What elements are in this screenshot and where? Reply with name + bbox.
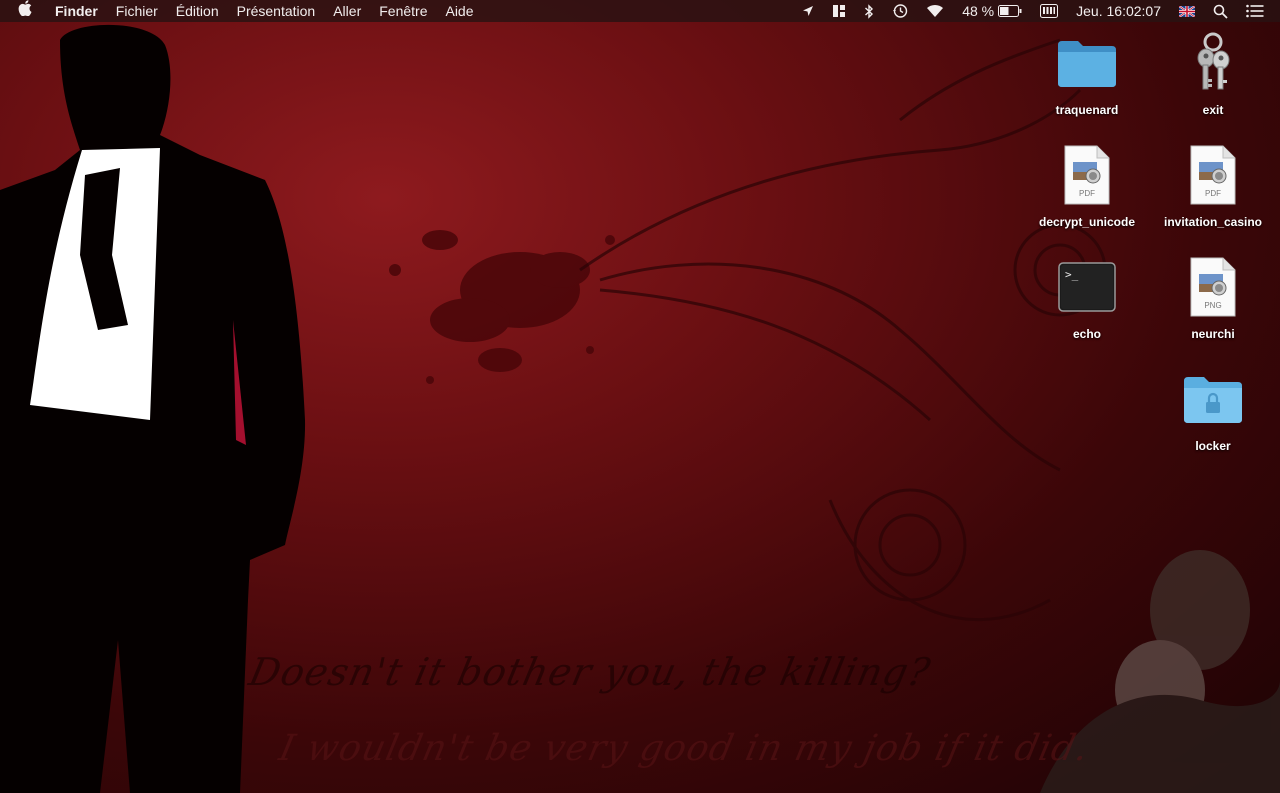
apple-logo-icon[interactable]	[0, 0, 46, 23]
menu-app-finder[interactable]: Finder	[46, 0, 107, 22]
notification-center-icon[interactable]	[1237, 4, 1280, 18]
uk-flag-icon[interactable]	[1170, 5, 1204, 17]
desktop-icon-label: traquenard	[1055, 103, 1119, 117]
menu-aller[interactable]: Aller	[324, 0, 370, 22]
spotlight-icon[interactable]	[1204, 4, 1237, 19]
terminal-icon: >_	[1024, 256, 1150, 318]
pdf-document-icon: PDF	[1024, 144, 1150, 206]
battery-percent[interactable]: 48 %	[953, 0, 998, 22]
desktop-icon-locker[interactable]: locker	[1150, 368, 1276, 453]
png-image-icon: PNG	[1150, 256, 1276, 318]
desktop-icon-exit[interactable]: exit	[1150, 32, 1276, 117]
terminal-prompt: >_	[1065, 268, 1079, 281]
file-badge: PDF	[1205, 189, 1221, 198]
desktop-icon-label: echo	[1072, 327, 1101, 341]
ink-splatter	[389, 230, 615, 384]
pdf-document-icon: PDF	[1150, 144, 1276, 206]
battery-icon[interactable]	[998, 5, 1031, 17]
menu-fichier[interactable]: Fichier	[107, 0, 167, 22]
file-badge: PNG	[1204, 301, 1221, 310]
folder-icon	[1024, 32, 1150, 94]
time-machine-icon[interactable]	[883, 3, 917, 19]
desktop-icon-neurchi[interactable]: PNG neurchi	[1150, 256, 1276, 341]
desktop-wallpaper: Doesn't it bother you, the killing? I wo…	[0, 0, 1280, 793]
menu-presentation[interactable]: Présentation	[228, 0, 325, 22]
locked-folder-icon	[1150, 368, 1276, 430]
menu-aide[interactable]: Aide	[436, 0, 482, 22]
menu-edition[interactable]: Édition	[167, 0, 228, 22]
desktop-icon-decrypt-unicode[interactable]: PDF decrypt_unicode	[1024, 144, 1150, 229]
desktop-icon-label: exit	[1202, 103, 1224, 117]
location-icon[interactable]	[793, 5, 823, 17]
keychain-icon	[1150, 32, 1276, 94]
desktop-icon-label: invitation_casino	[1163, 215, 1263, 229]
desktop-icon-label: locker	[1195, 439, 1231, 453]
desktop-icon-invitation-casino[interactable]: PDF invitation_casino	[1150, 144, 1276, 229]
menu-bar: Finder Fichier Édition Présentation Alle…	[0, 0, 1280, 22]
spaces-icon[interactable]	[823, 4, 855, 18]
clock[interactable]: Jeu. 16:02:07	[1067, 0, 1170, 22]
keyboard-icon[interactable]	[1031, 4, 1067, 18]
desktop-icon-label: neurchi	[1191, 327, 1235, 341]
file-badge: PDF	[1079, 189, 1095, 198]
menu-fenetre[interactable]: Fenêtre	[370, 0, 436, 22]
desktop-icon-echo[interactable]: >_ echo	[1024, 256, 1150, 341]
wifi-icon[interactable]	[917, 4, 953, 18]
desktop-icon-traquenard[interactable]: traquenard	[1024, 32, 1150, 117]
wallpaper-quote-line-2: I wouldn't be very good in my job if it …	[275, 728, 1093, 769]
wallpaper-quote-line-1: Doesn't it bother you, the killing?	[245, 650, 935, 694]
desktop-icon-label: decrypt_unicode	[1038, 215, 1136, 229]
bluetooth-icon[interactable]	[855, 3, 883, 19]
